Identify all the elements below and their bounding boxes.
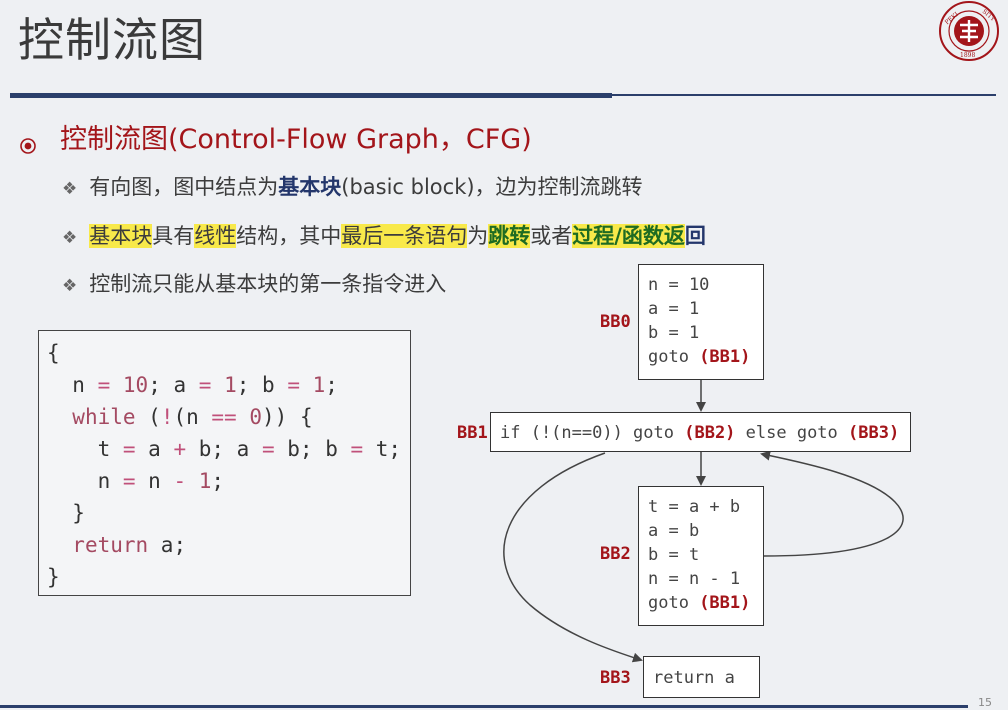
footer-rule xyxy=(0,705,968,708)
bb2-line: b = t xyxy=(648,545,700,565)
bullet-item-2: ❖ 基本块具有线性结构，其中最后一条语句为跳转或者过程/函数返回 xyxy=(62,220,706,254)
bullet-text: 结构，其中 xyxy=(236,224,342,248)
basic-block-term: 基本块 xyxy=(278,175,342,199)
diamond-bullet-icon: ❖ xyxy=(62,276,78,296)
highlight-basic-block: 基本块 xyxy=(89,224,153,248)
page-number: 15 xyxy=(978,696,992,709)
bb0-line: a = 1 xyxy=(648,299,700,319)
bullet-item-1: ❖ 有向图，图中结点为基本块(basic block)，边为控制流跳转 xyxy=(62,171,643,205)
bullet-text-return-end: 回 xyxy=(684,224,706,248)
highlight-linear: 线性 xyxy=(194,224,237,248)
title-underline-thin xyxy=(612,94,996,96)
circle-bullet-icon xyxy=(20,138,36,154)
bullet-item-3: ❖ 控制流只能从基本块的第一条指令进入 xyxy=(62,268,446,302)
edge-bb2-bb1 xyxy=(760,450,904,557)
cfg-block-bb3: return a xyxy=(643,656,760,698)
cfg-label-bb1: BB1 xyxy=(457,423,488,443)
bullet-text: (basic block)，边为控制流跳转 xyxy=(341,175,643,199)
svg-text:SITY: SITY xyxy=(981,8,997,23)
section-heading: 控制流图(Control-Flow Graph，CFG) xyxy=(60,124,532,155)
cfg-block-bb2: t = a + b a = b b = t n = n - 1 goto (BB1) xyxy=(638,486,764,626)
highlight-jump: 跳转 xyxy=(488,224,531,248)
bb0-goto-line: goto (BB1) xyxy=(648,347,751,367)
bb2-line: a = b xyxy=(648,521,700,541)
bullet-text: 控制流只能从基本块的第一条指令进入 xyxy=(89,272,447,296)
cfg-label-bb0: BB0 xyxy=(600,312,631,332)
bb0-line: n = 10 xyxy=(648,275,710,295)
bb0-line: b = 1 xyxy=(648,323,700,343)
source-code: { n = 10; a = 1; b = 1; while (!(n == 0)… xyxy=(47,341,402,589)
cfg-block-bb0: n = 10 a = 1 b = 1 goto (BB1) xyxy=(638,264,764,380)
bullet-text: 或者 xyxy=(530,224,573,248)
bullet-text: 具有 xyxy=(152,224,195,248)
svg-text:1898: 1898 xyxy=(960,52,975,59)
cfg-label-bb3: BB3 xyxy=(600,668,631,688)
slide-title: 控制流图 xyxy=(18,13,206,67)
highlight-return: 过程/函数返 xyxy=(572,224,685,248)
cfg-block-bb1: if (!(n==0)) goto (BB2) else goto (BB3) xyxy=(490,412,911,452)
title-underline-thick xyxy=(10,93,612,98)
diamond-bullet-icon: ❖ xyxy=(62,228,78,248)
bullet-text: 为 xyxy=(467,224,489,248)
university-seal-icon: PEKI SITY 1898 xyxy=(939,1,999,61)
diamond-bullet-icon: ❖ xyxy=(62,179,78,199)
bb2-line: n = n - 1 xyxy=(648,569,741,589)
source-code-box: { n = 10; a = 1; b = 1; while (!(n == 0)… xyxy=(38,330,411,596)
highlight-last-statement: 最后一条语句 xyxy=(341,224,468,248)
bb2-goto-line: goto (BB1) xyxy=(648,593,751,613)
cfg-label-bb2: BB2 xyxy=(600,544,631,564)
bb2-line: t = a + b xyxy=(648,497,741,517)
bullet-text: 有向图，图中结点为 xyxy=(89,175,279,199)
